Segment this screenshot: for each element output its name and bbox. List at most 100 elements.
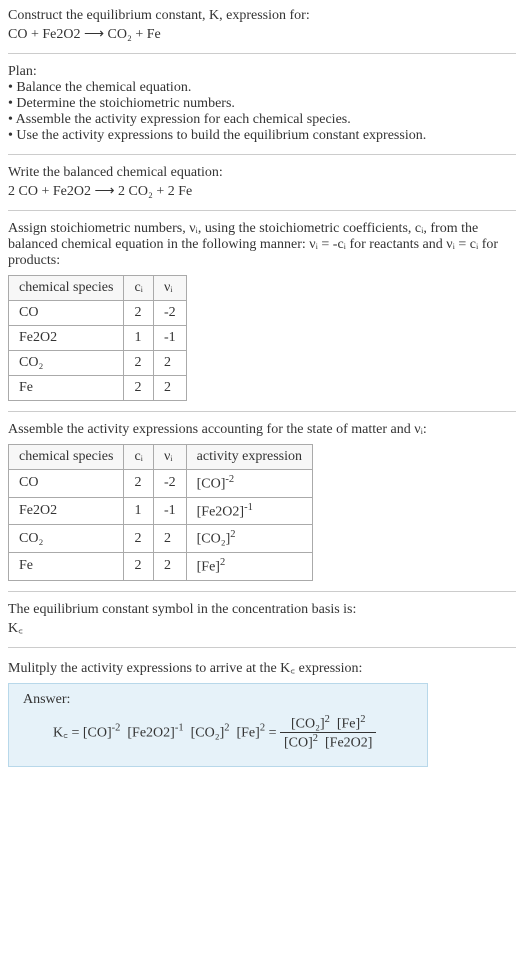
cell-species: Fe xyxy=(9,376,124,401)
cell-species: CO₂ xyxy=(9,525,124,553)
cell-v: 2 xyxy=(153,376,186,401)
activity-table: chemical species cᵢ νᵢ activity expressi… xyxy=(8,444,313,581)
col-species: chemical species xyxy=(9,445,124,470)
symbol-block: The equilibrium constant symbol in the c… xyxy=(8,602,516,637)
cell-species: Fe xyxy=(9,552,124,580)
table-row: Fe 2 2 [Fe]2 xyxy=(9,552,313,580)
cell-c: 2 xyxy=(124,525,154,553)
cell-expr: [Fe]2 xyxy=(186,552,312,580)
cell-v: -2 xyxy=(153,470,186,498)
cell-c: 2 xyxy=(124,470,154,498)
cell-expr: [CO]-2 xyxy=(186,470,312,498)
cell-c: 1 xyxy=(124,497,154,525)
answer-box: Answer: K꜀ = [CO]-2 [Fe2O2]-1 [CO₂]2 [Fe… xyxy=(8,683,428,767)
cell-v: -1 xyxy=(153,497,186,525)
cell-c: 2 xyxy=(124,376,154,401)
cell-c: 1 xyxy=(124,326,154,351)
symbol-text: The equilibrium constant symbol in the c… xyxy=(8,602,516,618)
term1-base: [CO] xyxy=(83,725,112,740)
fraction-numerator: [CO₂]2 [Fe]2 xyxy=(280,714,376,734)
table-row: Fe2O2 1 -1 xyxy=(9,326,187,351)
col-expr: activity expression xyxy=(186,445,312,470)
num1-base: [CO₂] xyxy=(291,716,325,731)
den1-base: [CO] xyxy=(284,736,313,751)
plan-bullet-4: • Use the activity expressions to build … xyxy=(8,128,516,144)
num1-sup: 2 xyxy=(325,714,330,725)
col-c: cᵢ xyxy=(124,276,154,301)
cell-expr: [CO₂]2 xyxy=(186,525,312,553)
divider xyxy=(8,411,516,412)
term4-sup: 2 xyxy=(260,722,265,733)
cell-species: CO₂ xyxy=(9,351,124,376)
answer-label: Answer: xyxy=(23,692,413,708)
expr-sup: -1 xyxy=(244,502,253,513)
cell-v: 2 xyxy=(153,351,186,376)
term2-sup: -1 xyxy=(175,722,184,733)
cell-v: -2 xyxy=(153,301,186,326)
final-text: Mulitply the activity expressions to arr… xyxy=(8,658,516,677)
cell-expr: [Fe2O2]-1 xyxy=(186,497,312,525)
answer-expression: K꜀ = [CO]-2 [Fe2O2]-1 [CO₂]2 [Fe]2 = [CO… xyxy=(23,714,413,752)
term3-base: [CO₂] xyxy=(191,725,225,740)
cell-c: 2 xyxy=(124,351,154,376)
table-row: CO₂ 2 2 [CO₂]2 xyxy=(9,525,313,553)
intro-block: Construct the equilibrium constant, K, e… xyxy=(8,8,516,43)
table-row: Fe 2 2 xyxy=(9,376,187,401)
term3-sup: 2 xyxy=(224,722,229,733)
divider xyxy=(8,53,516,54)
expr-base: [CO₂] xyxy=(197,532,231,547)
symbol-value: K꜀ xyxy=(8,618,516,637)
table-header-row: chemical species cᵢ νᵢ activity expressi… xyxy=(9,445,313,470)
expr-base: [Fe] xyxy=(197,560,220,575)
table-row: CO 2 -2 xyxy=(9,301,187,326)
activity-block: Assemble the activity expressions accoun… xyxy=(8,422,516,581)
cell-v: 2 xyxy=(153,552,186,580)
activity-text: Assemble the activity expressions accoun… xyxy=(8,422,516,438)
col-c: cᵢ xyxy=(124,445,154,470)
table-header-row: chemical species cᵢ νᵢ xyxy=(9,276,187,301)
table-row: Fe2O2 1 -1 [Fe2O2]-1 xyxy=(9,497,313,525)
cell-v: 2 xyxy=(153,525,186,553)
stoich-block: Assign stoichiometric numbers, νᵢ, using… xyxy=(8,221,516,401)
stoich-text: Assign stoichiometric numbers, νᵢ, using… xyxy=(8,221,516,269)
expr-sup: 2 xyxy=(220,557,225,568)
cell-species: Fe2O2 xyxy=(9,497,124,525)
divider xyxy=(8,591,516,592)
divider xyxy=(8,210,516,211)
plan-bullet-3: • Assemble the activity expression for e… xyxy=(8,112,516,128)
intro-line1: Construct the equilibrium constant, K, e… xyxy=(8,8,516,24)
final-block: Mulitply the activity expressions to arr… xyxy=(8,658,516,767)
stoich-table: chemical species cᵢ νᵢ CO 2 -2 Fe2O2 1 -… xyxy=(8,275,187,401)
plan-heading: Plan: xyxy=(8,64,516,80)
fraction: [CO₂]2 [Fe]2 [CO]2 [Fe2O2] xyxy=(280,714,376,752)
kc-lhs: K꜀ = xyxy=(53,725,83,740)
expr-sup: -2 xyxy=(225,474,234,485)
plan-bullet-1: • Balance the chemical equation. xyxy=(8,80,516,96)
num2-base: [Fe] xyxy=(337,716,360,731)
table-row: CO 2 -2 [CO]-2 xyxy=(9,470,313,498)
cell-species: CO xyxy=(9,470,124,498)
plan-block: Plan: • Balance the chemical equation. •… xyxy=(8,64,516,144)
col-v: νᵢ xyxy=(153,445,186,470)
divider xyxy=(8,154,516,155)
expr-base: [CO] xyxy=(197,477,226,492)
cell-v: -1 xyxy=(153,326,186,351)
balanced-equation: 2 CO + Fe2O2 ⟶ 2 CO₂ + 2 Fe xyxy=(8,183,516,200)
col-v: νᵢ xyxy=(153,276,186,301)
balanced-heading: Write the balanced chemical equation: xyxy=(8,165,516,181)
den1-sup: 2 xyxy=(313,733,318,744)
unbalanced-equation: CO + Fe2O2 ⟶ CO₂ + Fe xyxy=(8,26,516,43)
num2-sup: 2 xyxy=(360,714,365,725)
expr-base: [Fe2O2] xyxy=(197,504,244,519)
term1-sup: -2 xyxy=(112,722,121,733)
cell-species: CO xyxy=(9,301,124,326)
divider xyxy=(8,647,516,648)
den2-base: [Fe2O2] xyxy=(325,736,372,751)
term4-base: [Fe] xyxy=(236,725,259,740)
term2-base: [Fe2O2] xyxy=(127,725,174,740)
balanced-block: Write the balanced chemical equation: 2 … xyxy=(8,165,516,200)
plan-bullet-2: • Determine the stoichiometric numbers. xyxy=(8,96,516,112)
cell-c: 2 xyxy=(124,301,154,326)
equals-sign: = xyxy=(269,725,280,740)
cell-species: Fe2O2 xyxy=(9,326,124,351)
